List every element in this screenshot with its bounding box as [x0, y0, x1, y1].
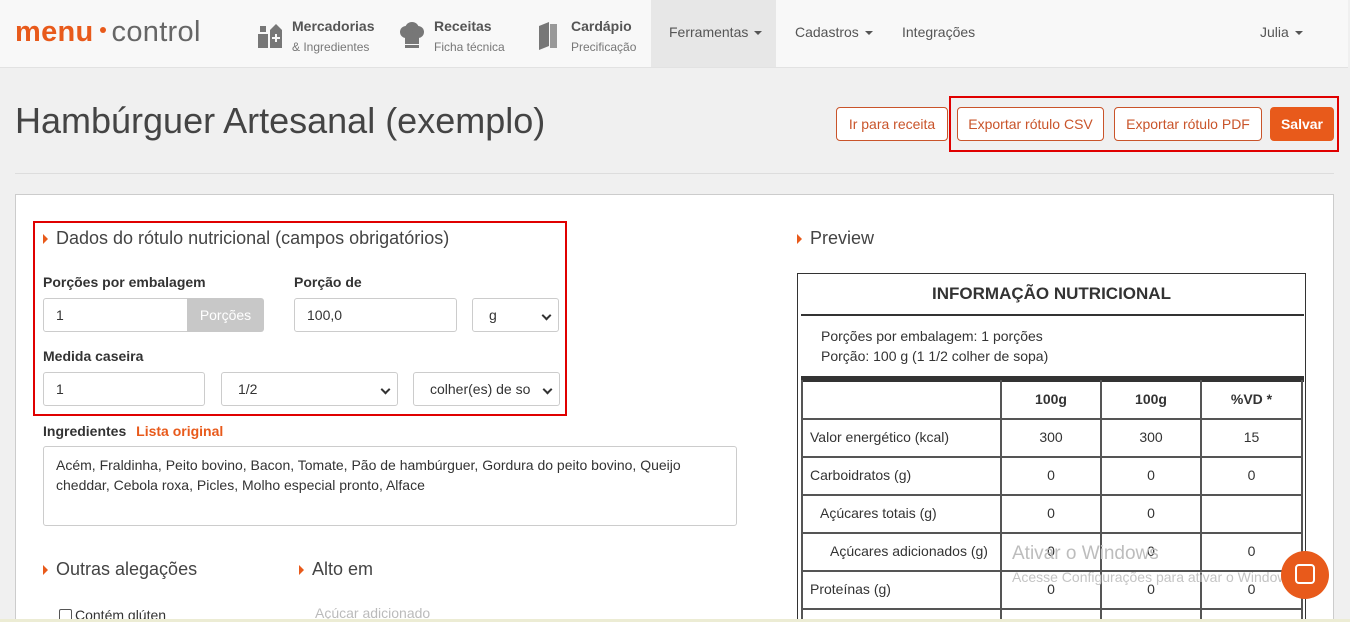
nav-receitas-subtitle: Ficha técnica	[434, 40, 505, 54]
page-title: Hambúrguer Artesanal (exemplo)	[15, 100, 546, 141]
table-cell: 0	[1147, 467, 1155, 483]
nav-cardapio-title: Cardápio	[571, 18, 632, 34]
windows-watermark-title: Ativar o Windows	[1012, 543, 1159, 564]
nutrition-porcoes-line: Porções por embalagem: 1 porções	[821, 328, 1043, 344]
table-row-border	[801, 608, 1303, 610]
nav-integracoes[interactable]: Integrações	[884, 0, 993, 67]
section-title-preview: Preview	[797, 228, 874, 249]
caret-down-icon	[1294, 31, 1303, 36]
logo-text-menu: menu	[15, 16, 94, 48]
table-row-name: Açúcares totais (g)	[820, 505, 937, 521]
nav-cadastros-label: Cadastros	[795, 24, 859, 40]
chevron-down-icon	[380, 384, 391, 395]
original-list-link[interactable]: Lista original	[136, 423, 223, 439]
nav-cardapio-subtitle: Precificação	[571, 40, 637, 54]
chat-icon	[1295, 564, 1315, 584]
caret-down-icon	[864, 31, 873, 36]
medida-fraction-value: 1/2	[238, 381, 258, 397]
chevron-down-icon	[541, 310, 552, 321]
windows-watermark-subtitle: Acesse Configurações para ativar o Windo…	[1012, 569, 1299, 585]
porcoes-input[interactable]: 1	[43, 298, 193, 332]
nav-receitas-title: Receitas	[434, 18, 492, 34]
table-cell: 0	[1047, 505, 1055, 521]
nav-mercadorias-subtitle: & Ingredientes	[292, 40, 370, 54]
table-cell: 300	[1139, 429, 1163, 445]
nav-receitas[interactable]: Receitas Ficha técnica	[398, 0, 518, 67]
table-cell: 0	[1047, 467, 1055, 483]
table-row-border	[801, 456, 1303, 458]
triangle-right-icon	[299, 565, 304, 576]
user-menu[interactable]: Julia	[1242, 0, 1321, 67]
section-title-outras-text: Outras alegações	[56, 559, 198, 579]
export-csv-button[interactable]: Exportar rótulo CSV	[957, 107, 1104, 141]
divider	[15, 173, 1334, 174]
table-cell: 300	[1039, 429, 1063, 445]
medida-unit-select[interactable]: colher(es) de so	[413, 372, 560, 406]
ingredientes-label-text: Ingredientes	[43, 423, 127, 439]
chevron-down-icon	[542, 384, 553, 395]
ingredients-icon	[258, 24, 282, 48]
porcao-label: Porção de	[294, 274, 362, 290]
porcoes-label: Porções por embalagem	[43, 274, 206, 290]
nav-mercadorias[interactable]: Mercadorias & Ingredientes	[256, 0, 386, 67]
triangle-right-icon	[797, 234, 802, 245]
section-title-alto-text: Alto em	[312, 559, 374, 579]
save-button[interactable]: Salvar	[1270, 107, 1334, 141]
nutrition-divider	[801, 314, 1304, 316]
nutrition-thick-divider	[801, 376, 1304, 382]
table-row-name: Proteínas (g)	[810, 581, 891, 597]
table-cell: 0	[1247, 543, 1256, 559]
nav-cardapio[interactable]: Cardápio Precificação	[535, 0, 645, 67]
table-row-name: Valor energético (kcal)	[810, 429, 950, 445]
section-title-outras: Outras alegações	[43, 559, 197, 580]
col-header: 100g	[1135, 391, 1167, 407]
section-title-preview-text: Preview	[810, 228, 875, 248]
ingredientes-label: Ingredientes Lista original	[43, 423, 223, 439]
table-cell: 0	[1247, 467, 1256, 483]
medida-input[interactable]: 1	[43, 372, 205, 406]
table-row-border	[801, 494, 1303, 496]
logo[interactable]: menu control	[15, 16, 201, 49]
nav-mercadorias-title: Mercadorias	[292, 18, 375, 34]
section-title-nutrition: Dados do rótulo nutricional (campos obri…	[43, 228, 449, 249]
navbar: menu control Mercadorias & Ingredientes R…	[0, 0, 1348, 68]
chat-button[interactable]	[1281, 551, 1329, 599]
porcao-input[interactable]: 100,0	[294, 298, 457, 332]
logo-dot	[99, 27, 106, 34]
triangle-right-icon	[43, 565, 48, 576]
section-title-nutrition-text: Dados do rótulo nutricional (campos obri…	[56, 228, 450, 248]
logo-text-control: control	[111, 16, 201, 48]
go-to-recipe-button[interactable]: Ir para receita	[836, 107, 948, 141]
col-header: 100g	[1035, 391, 1067, 407]
nutrition-porcao-line: Porção: 100 g (1 1/2 colher de sopa)	[821, 348, 1049, 364]
table-cell: 0	[1147, 505, 1155, 521]
porcao-unit-value: g	[489, 307, 497, 323]
nav-integracoes-label: Integrações	[902, 24, 976, 40]
nav-ferramentas[interactable]: Ferramentas	[651, 0, 776, 67]
table-cell: 15	[1243, 429, 1260, 445]
medida-unit-value: colher(es) de so	[430, 381, 531, 397]
nav-cadastros[interactable]: Cadastros	[777, 0, 891, 67]
chef-hat-icon	[400, 22, 424, 48]
menu-book-icon	[539, 22, 557, 50]
nav-ferramentas-label: Ferramentas	[669, 24, 749, 40]
table-border	[801, 380, 803, 622]
table-row-border	[801, 532, 1303, 534]
user-name: Julia	[1260, 24, 1289, 40]
porcoes-addon: Porções	[187, 298, 264, 332]
section-title-alto: Alto em	[299, 559, 373, 580]
ingredients-textarea[interactable]: Acém, Fraldinha, Peito bovino, Bacon, To…	[43, 446, 737, 526]
export-pdf-button[interactable]: Exportar rótulo PDF	[1114, 107, 1262, 141]
col-header: %VD *	[1230, 391, 1273, 407]
caret-down-icon	[754, 31, 763, 36]
medida-label: Medida caseira	[43, 348, 144, 364]
nutrition-label-title: INFORMAÇÃO NUTRICIONAL	[932, 284, 1171, 303]
table-row-border	[801, 418, 1303, 420]
table-row-name: Açúcares adicionados (g)	[830, 543, 988, 559]
medida-fraction-select[interactable]: 1/2	[221, 372, 398, 406]
table-row-name: Carboidratos (g)	[810, 467, 912, 483]
porcao-unit-select[interactable]: g	[472, 298, 559, 332]
triangle-right-icon	[43, 234, 48, 245]
